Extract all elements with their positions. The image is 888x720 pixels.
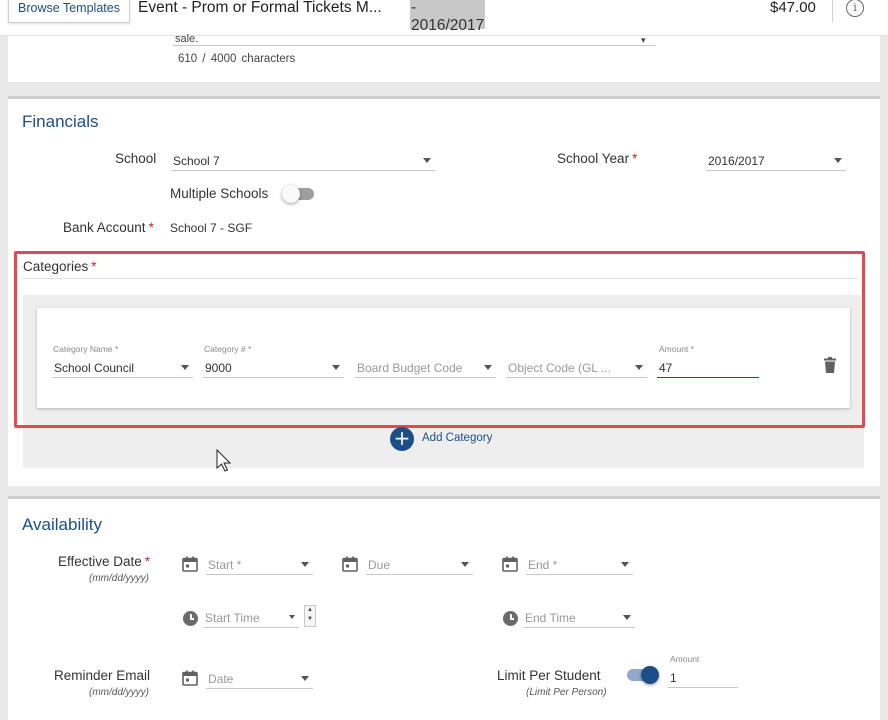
limit-amount-label: Amount <box>670 654 700 664</box>
limit-per-student-toggle[interactable] <box>627 666 659 684</box>
description-text: sale. <box>175 33 199 45</box>
chevron-down-icon <box>301 676 309 681</box>
limit-amount-input[interactable]: 1 <box>668 668 738 688</box>
mouse-cursor-icon <box>216 449 232 472</box>
limit-amount-value: 1 <box>670 671 677 685</box>
start-date-placeholder: Start * <box>208 558 242 572</box>
end-date-placeholder: End * <box>528 558 558 572</box>
resize-caret-icon: ▾ <box>641 35 646 45</box>
reminder-date-placeholder: Date <box>208 672 234 686</box>
clock-icon[interactable] <box>183 611 198 626</box>
info-icon[interactable]: i <box>846 0 864 17</box>
chevron-down-icon <box>461 562 469 567</box>
stepper-up-icon[interactable]: ▲ <box>305 606 315 615</box>
school-value: School 7 <box>173 154 220 168</box>
end-time-select[interactable]: End Time <box>523 608 635 628</box>
end-time-placeholder: End Time <box>525 611 576 625</box>
school-label: School <box>115 151 157 166</box>
calendar-icon[interactable] <box>182 556 198 572</box>
availability-title: Availability <box>22 515 103 534</box>
bank-account-value: School 7 - SGF <box>170 221 253 235</box>
calendar-icon[interactable] <box>342 556 358 572</box>
chevron-down-icon <box>834 158 842 163</box>
chevron-down-icon <box>289 615 295 619</box>
toggle-knob <box>282 185 300 203</box>
description-field[interactable]: sale. <box>173 34 655 46</box>
divider <box>832 0 833 22</box>
top-bar: Browse Templates Event - Prom or Formal … <box>0 0 888 36</box>
limit-per-person-sublabel: (Limit Per Person) <box>526 687 607 698</box>
toggle-knob <box>641 666 659 684</box>
school-select[interactable]: School 7 <box>171 151 435 171</box>
school-year-value: 2016/2017 <box>708 154 765 168</box>
character-count: 610 / 4000 characters <box>178 53 296 65</box>
multiple-schools-toggle[interactable] <box>282 185 314 203</box>
chevron-down-icon <box>621 562 629 567</box>
chevron-down-icon <box>301 562 309 567</box>
start-time-placeholder: Start Time <box>205 611 260 625</box>
add-category-label: Add Category <box>422 432 493 444</box>
browse-templates-button[interactable]: Browse Templates <box>8 0 130 23</box>
bank-account-label: Bank Account * <box>63 220 154 235</box>
calendar-icon[interactable] <box>502 556 518 572</box>
reminder-email-label: Reminder Email <box>54 668 151 683</box>
multiple-schools-label: Multiple Schools <box>170 186 269 201</box>
reminder-date-select[interactable]: Date <box>206 669 313 689</box>
chevron-down-icon <box>623 615 631 620</box>
effective-date-label: Effective Date * <box>58 554 151 569</box>
start-time-select[interactable]: Start Time <box>203 608 299 628</box>
chevron-down-icon <box>423 158 431 163</box>
time-stepper[interactable]: ▲ ▼ <box>304 605 316 627</box>
school-year-label: School Year * <box>557 151 638 166</box>
event-title: Event - Prom or Formal Tickets M... <box>138 0 382 16</box>
start-date-select[interactable]: Start * <box>206 555 313 575</box>
stepper-down-icon[interactable]: ▼ <box>305 615 315 624</box>
description-card: sale. ▾ 610 / 4000 characters <box>8 34 880 82</box>
due-date-select[interactable]: Due <box>366 555 473 575</box>
reminder-date-format: (mm/dd/yyyy) <box>89 687 149 698</box>
clock-icon[interactable] <box>503 611 518 626</box>
limit-per-student-label: Limit Per Student <box>497 668 601 683</box>
event-price: $47.00 <box>770 0 816 16</box>
school-year-select[interactable]: 2016/2017 <box>706 151 846 171</box>
event-year: - 2016/2017 <box>410 0 485 34</box>
plus-icon: + <box>390 427 414 451</box>
financials-title: Financials <box>22 112 99 131</box>
due-date-placeholder: Due <box>368 558 391 572</box>
end-date-select[interactable]: End * <box>526 555 633 575</box>
effective-date-format: (mm/dd/yyyy) <box>89 573 149 584</box>
categories-highlight-box <box>14 251 865 428</box>
calendar-icon[interactable] <box>182 670 198 686</box>
